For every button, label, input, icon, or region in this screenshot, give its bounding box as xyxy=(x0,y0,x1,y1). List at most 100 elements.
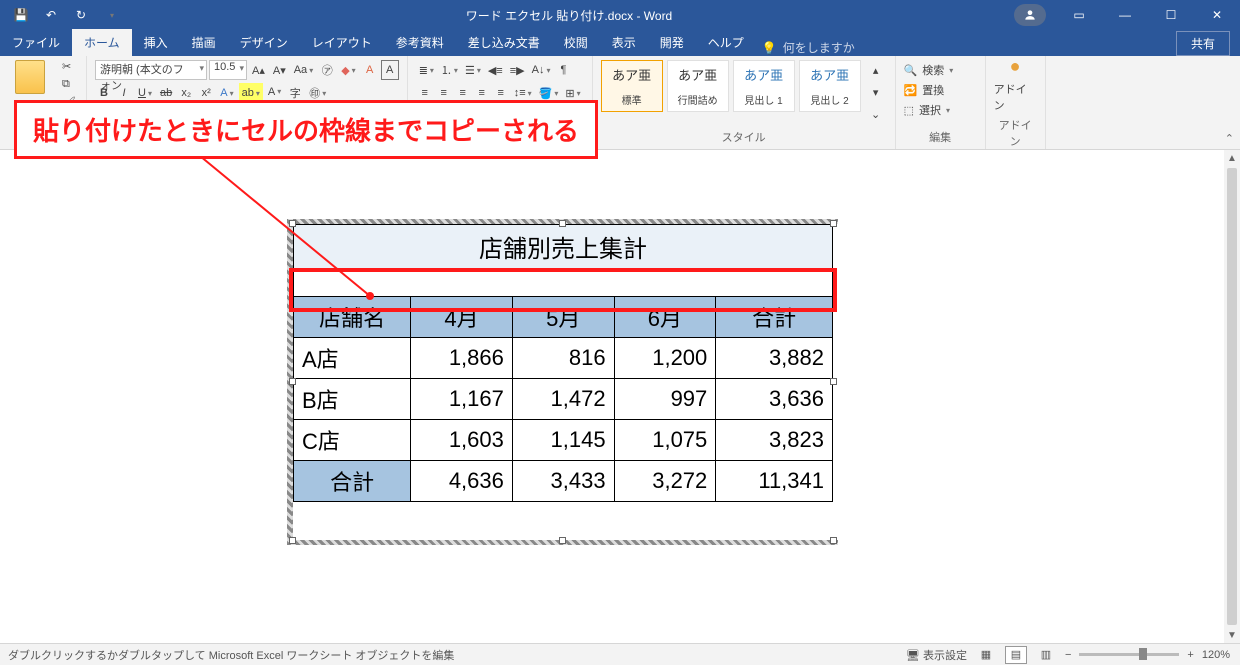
zoom-slider[interactable] xyxy=(1079,653,1179,656)
tab-file[interactable]: ファイル xyxy=(0,29,72,56)
document-area[interactable]: 店舗別売上集計 店舗名 4月 5月 6月 合計 A店 1,866 816 1,2… xyxy=(0,150,1240,643)
styles-group: あア亜標準 あア亜行間詰め あア亜見出し 1 あア亜見出し 2 ▴ ▾ ⌄ スタ… xyxy=(593,56,896,149)
tab-home[interactable]: ホーム xyxy=(72,29,132,56)
status-bar: ダブルクリックするかダブルタップして Microsoft Excel ワークシー… xyxy=(0,643,1240,665)
multilevel-icon[interactable]: ☰ xyxy=(462,60,484,80)
replace-icon: 🔁 xyxy=(904,84,918,97)
numbering-icon[interactable]: ⒈ xyxy=(438,60,461,80)
share-button[interactable]: 共有 xyxy=(1176,31,1230,56)
cell: 1,200 xyxy=(614,338,716,379)
shrink-font-icon[interactable]: A▾ xyxy=(270,60,289,80)
char-border-icon[interactable]: A xyxy=(381,60,399,80)
maximize-icon[interactable]: ☐ xyxy=(1148,0,1194,30)
annotation-callout: 貼り付けたときにセルの枠線までコピーされる xyxy=(14,100,598,159)
read-mode-icon[interactable]: ▦ xyxy=(975,646,997,664)
increase-indent-icon[interactable]: ≡▶ xyxy=(507,60,528,80)
cut-icon[interactable]: ✂ xyxy=(62,60,78,74)
enclose-char-icon[interactable]: A xyxy=(361,60,379,80)
cell: 4,636 xyxy=(411,461,513,502)
phonetic-guide-icon[interactable]: ㋐ xyxy=(318,60,336,80)
web-layout-icon[interactable]: ▥ xyxy=(1035,646,1057,664)
resize-handle[interactable] xyxy=(559,220,566,227)
grow-font-icon[interactable]: A▴ xyxy=(249,60,268,80)
cell: 3,433 xyxy=(512,461,614,502)
window-controls: ▭ — ☐ ✕ xyxy=(1056,0,1240,30)
tell-me[interactable]: 💡 何をしますか xyxy=(762,39,855,56)
tab-design[interactable]: デザイン xyxy=(228,29,300,56)
excel-object[interactable]: 店舗別売上集計 店舗名 4月 5月 6月 合計 A店 1,866 816 1,2… xyxy=(293,224,833,540)
decrease-indent-icon[interactable]: ◀≡ xyxy=(485,60,506,80)
resize-handle[interactable] xyxy=(289,220,296,227)
tab-view[interactable]: 表示 xyxy=(600,29,648,56)
print-layout-icon[interactable]: ▤ xyxy=(1005,646,1027,664)
scroll-thumb[interactable] xyxy=(1227,168,1237,625)
col-header: 店舗名 xyxy=(294,297,411,338)
styles-down-icon[interactable]: ▾ xyxy=(867,82,885,102)
ribbon-display-icon[interactable]: ▭ xyxy=(1056,0,1102,30)
bullets-icon[interactable]: ≣ xyxy=(416,60,437,80)
change-case-icon[interactable]: Aa xyxy=(291,60,316,80)
select-button[interactable]: ⬚選択▾ xyxy=(904,100,977,120)
font-name-select[interactable]: 游明朝 (本文のフォン xyxy=(95,60,207,80)
status-message: ダブルクリックするかダブルタップして Microsoft Excel ワークシー… xyxy=(0,647,906,663)
style-heading1[interactable]: あア亜見出し 1 xyxy=(733,60,795,112)
tab-help[interactable]: ヘルプ xyxy=(696,29,756,56)
collapse-ribbon-icon[interactable]: ⌃ xyxy=(1225,132,1234,145)
cell: 816 xyxy=(512,338,614,379)
tab-developer[interactable]: 開発 xyxy=(648,29,696,56)
resize-handle[interactable] xyxy=(289,537,296,544)
window-title: ワード エクセル 貼り付け.docx - Word xyxy=(124,7,1014,24)
scroll-up-icon[interactable]: ▲ xyxy=(1224,150,1240,166)
col-header: 5月 xyxy=(512,297,614,338)
resize-handle[interactable] xyxy=(559,537,566,544)
resize-handle[interactable] xyxy=(830,378,837,385)
show-marks-icon[interactable]: ¶ xyxy=(554,60,572,80)
zoom-in-icon[interactable]: + xyxy=(1187,649,1193,661)
cell: B店 xyxy=(294,379,411,420)
zoom-knob[interactable] xyxy=(1139,648,1147,660)
tab-draw[interactable]: 描画 xyxy=(180,29,228,56)
addin-icon[interactable]: ● xyxy=(1010,56,1021,77)
style-nospace[interactable]: あア亜行間詰め xyxy=(667,60,729,112)
copy-icon[interactable]: ⧉ xyxy=(62,78,78,92)
minimize-icon[interactable]: — xyxy=(1102,0,1148,30)
tab-mailings[interactable]: 差し込み文書 xyxy=(456,29,552,56)
cell: 1,167 xyxy=(411,379,513,420)
styles-up-icon[interactable]: ▴ xyxy=(867,60,885,80)
redo-icon[interactable]: ↻ xyxy=(68,2,94,28)
close-icon[interactable]: ✕ xyxy=(1194,0,1240,30)
resize-handle[interactable] xyxy=(830,220,837,227)
qat-customize-icon[interactable] xyxy=(98,2,124,28)
cell: 3,272 xyxy=(614,461,716,502)
tab-layout[interactable]: レイアウト xyxy=(300,29,384,56)
replace-button[interactable]: 🔁置換 xyxy=(904,80,977,100)
paste-button[interactable] xyxy=(8,60,52,94)
font-size-select[interactable]: 10.5 xyxy=(209,60,247,80)
zoom-level[interactable]: 120% xyxy=(1202,649,1230,661)
cell: 1,075 xyxy=(614,420,716,461)
style-heading2[interactable]: あア亜見出し 2 xyxy=(799,60,861,112)
vertical-scrollbar[interactable]: ▲ ▼ xyxy=(1224,150,1240,643)
cell: 1,866 xyxy=(411,338,513,379)
cell: A店 xyxy=(294,338,411,379)
resize-handle[interactable] xyxy=(289,378,296,385)
styles-more-icon[interactable]: ⌄ xyxy=(867,104,885,124)
find-button[interactable]: 🔍検索▾ xyxy=(904,60,977,80)
search-icon: 🔍 xyxy=(904,64,918,77)
tab-insert[interactable]: 挿入 xyxy=(132,29,180,56)
style-normal[interactable]: あア亜標準 xyxy=(601,60,663,112)
tab-review[interactable]: 校閲 xyxy=(552,29,600,56)
cell: 11,341 xyxy=(716,461,833,502)
scroll-down-icon[interactable]: ▼ xyxy=(1224,627,1240,643)
lightbulb-icon: 💡 xyxy=(762,41,777,55)
undo-icon[interactable]: ↶ xyxy=(38,2,64,28)
blank-row xyxy=(294,269,833,297)
save-icon[interactable]: 💾 xyxy=(8,2,34,28)
resize-handle[interactable] xyxy=(830,537,837,544)
zoom-out-icon[interactable]: − xyxy=(1065,649,1071,661)
tab-references[interactable]: 参考資料 xyxy=(384,29,456,56)
account-icon[interactable] xyxy=(1014,4,1046,26)
sort-icon[interactable]: A↓ xyxy=(529,60,554,80)
display-settings-button[interactable]: 🖥 表示設定 xyxy=(906,647,967,663)
clear-format-icon[interactable]: ◆ xyxy=(338,60,358,80)
